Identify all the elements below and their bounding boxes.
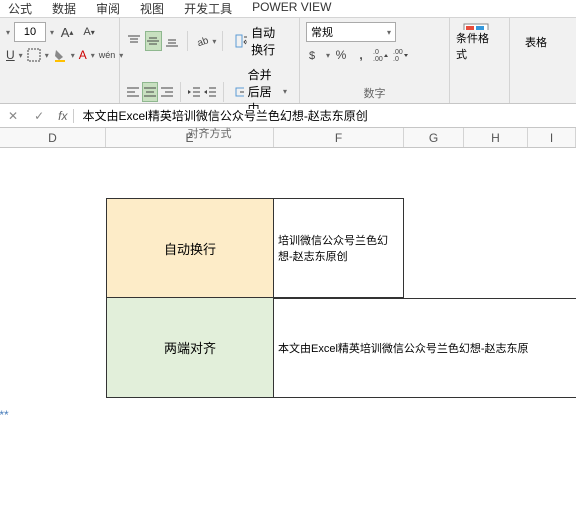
tab-devtools[interactable]: 开发工具 [184, 0, 232, 17]
cancel-icon[interactable]: ✕ [0, 109, 26, 123]
number-group-label: 数字 [306, 85, 443, 101]
svg-text:.00: .00 [393, 49, 403, 56]
comma-icon[interactable]: , [352, 46, 370, 64]
font-color-icon[interactable]: A [79, 46, 87, 64]
merge-caret[interactable]: ▾ [283, 87, 287, 96]
col-header-f[interactable]: F [274, 128, 404, 147]
cell-wrap-text[interactable]: 自动换行 [106, 198, 274, 298]
wrap-text-button[interactable]: 自动换行 [229, 22, 293, 60]
font-dropdown-caret[interactable]: ▾ [6, 28, 10, 37]
underline-icon[interactable]: U [6, 46, 15, 64]
styles-group: 条件格式 [450, 18, 510, 103]
col-header-h[interactable]: H [464, 128, 528, 147]
underline-caret[interactable]: ▾ [19, 51, 23, 60]
alignment-group: ab ▾ 自动换行 合并后居中 ▾ [120, 18, 300, 103]
col-header-i[interactable]: I [528, 128, 576, 147]
svg-text:ab: ab [196, 35, 209, 48]
percent-icon[interactable]: % [332, 46, 350, 64]
fill-color-icon[interactable] [53, 46, 67, 64]
wrap-label: 自动换行 [251, 24, 287, 58]
cell-justify[interactable]: 两端对齐 [106, 298, 274, 398]
cell-overflow-2[interactable]: 本文由Excel精英培训微信公众号兰色幻想-赵志东原 [274, 298, 576, 398]
decrease-indent-icon[interactable] [187, 82, 201, 102]
orientation-icon[interactable]: ab [194, 31, 211, 51]
fontcolor-caret[interactable]: ▾ [91, 51, 95, 60]
worksheet[interactable]: 自动换行 培训微信公众号兰色幻想-赵志东原创 两端对齐 本文由Excel精英培训… [0, 148, 576, 506]
column-headers: D E F G H I [0, 128, 576, 148]
decrease-font-icon[interactable]: A▾ [80, 23, 98, 41]
tab-data[interactable]: 数据 [52, 0, 76, 17]
decrease-decimal-icon[interactable]: .00.0 [392, 46, 410, 64]
increase-indent-icon[interactable] [203, 82, 217, 102]
conditional-format-button[interactable]: 条件格式 [456, 22, 496, 62]
phonetic-icon[interactable]: wén [99, 46, 116, 64]
wrap-icon [235, 34, 247, 48]
tab-powerview[interactable]: POWER VIEW [252, 0, 331, 17]
tab-view[interactable]: 视图 [140, 0, 164, 17]
increase-decimal-icon[interactable]: .0.00 [372, 46, 390, 64]
svg-text:$: $ [309, 50, 315, 62]
tab-formula[interactable]: 公式 [8, 0, 32, 17]
number-format-select[interactable]: 常规 ▾ [306, 22, 396, 42]
align-right-icon[interactable] [160, 82, 174, 102]
conditional-label: 条件格式 [456, 30, 496, 62]
align-center-icon[interactable] [142, 82, 158, 102]
font-group: ▾ 10 ▾ A▴ A▾ U ▾ ▾ ▾ A ▾ wén ▾ [0, 18, 120, 103]
conditional-format-icon [462, 22, 490, 30]
table-label: 表格 [525, 34, 547, 50]
border-icon[interactable] [27, 46, 41, 64]
svg-text:.0: .0 [393, 56, 399, 62]
format-value: 常规 [311, 24, 333, 40]
fx-icon[interactable]: fx [52, 109, 74, 123]
ribbon: ▾ 10 ▾ A▴ A▾ U ▾ ▾ ▾ A ▾ wén ▾ [0, 18, 576, 104]
format-caret: ▾ [387, 28, 391, 37]
col-header-g[interactable]: G [404, 128, 464, 147]
svg-text:.00: .00 [373, 56, 383, 62]
orientation-caret[interactable]: ▾ [212, 37, 216, 46]
table-group: 表格 [510, 18, 540, 103]
size-caret[interactable]: ▾ [50, 28, 54, 37]
tab-review[interactable]: 审阅 [96, 0, 120, 17]
col-header-e[interactable]: E [106, 128, 274, 147]
align-top-icon[interactable] [126, 31, 143, 51]
table-format-button[interactable]: 表格 [516, 22, 556, 62]
row-asterisks: **** [0, 408, 9, 422]
font-size-input[interactable]: 10 [14, 22, 46, 42]
svg-text:.0: .0 [373, 49, 379, 56]
number-group: 常规 ▾ $ ▾ % , .0.00 .00.0 数字 [300, 18, 450, 103]
increase-font-icon[interactable]: A▴ [58, 23, 76, 41]
col-header-d[interactable]: D [0, 128, 106, 147]
fill-caret[interactable]: ▾ [71, 51, 75, 60]
accept-icon[interactable]: ✓ [26, 109, 52, 123]
currency-caret[interactable]: ▾ [326, 51, 330, 60]
border-caret[interactable]: ▾ [45, 51, 49, 60]
ribbon-tabs: 公式 数据 审阅 视图 开发工具 POWER VIEW [0, 0, 576, 18]
align-bottom-icon[interactable] [164, 31, 181, 51]
merge-icon [235, 85, 243, 99]
cell-overflow-1[interactable]: 培训微信公众号兰色幻想-赵志东原创 [274, 198, 404, 298]
align-left-icon[interactable] [126, 82, 140, 102]
align-middle-icon[interactable] [145, 31, 162, 51]
currency-icon[interactable]: $ [306, 46, 324, 64]
formula-input[interactable] [74, 109, 576, 123]
